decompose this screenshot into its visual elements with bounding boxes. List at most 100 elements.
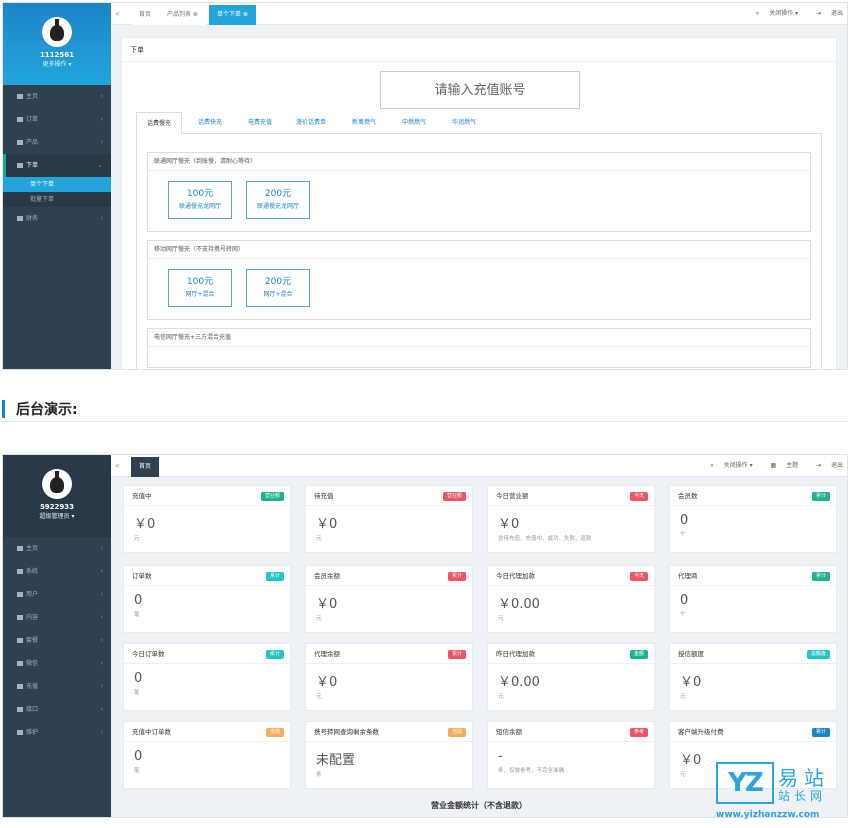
stat-value: ￥0: [680, 675, 702, 690]
stat-value: ￥0: [316, 675, 338, 690]
product-amount: 100元: [186, 277, 214, 287]
group-title: 移动网厅慢充（不支持携号转网）: [148, 241, 810, 259]
cart-icon: [17, 163, 23, 168]
exit-button[interactable]: ⇥ 退出: [808, 462, 843, 469]
sidebar-item-wechat[interactable]: 微信 ‹: [3, 652, 111, 675]
sidebar-item-packages[interactable]: 套餐 ‹: [3, 629, 111, 652]
stat-card: 携号转网查询剩余条数 当前 未配置条: [305, 721, 473, 789]
sidebar: 1112561 更多操作 ▾ 主页 ‹ 订单 ‹ 产品 ‹ 下单 ⌄ 单个下单 批量下单…: [3, 3, 111, 369]
sidebar-item-home[interactable]: 主页 ‹: [3, 537, 111, 560]
order-screenshot: 1112561 更多操作 ▾ 主页 ‹ 订单 ‹ 产品 ‹ 下单 ⌄ 单个下单 批量下单…: [2, 2, 848, 370]
stat-badge: 累计: [447, 572, 466, 581]
exit-button[interactable]: ⇥ 退出: [808, 10, 843, 17]
stat-badge: 今天: [629, 492, 648, 501]
product-card[interactable]: 200元 联通慢充龙网厅: [246, 181, 310, 219]
sidebar-item-maintenance[interactable]: 维护 ‹: [3, 721, 111, 744]
tab-home[interactable]: 首页: [131, 5, 160, 25]
group-title: 联通网厅慢充（到账慢，请耐心等待）: [148, 153, 810, 171]
product-card[interactable]: 100元 联通慢充龙网厅: [168, 181, 232, 219]
sidebar-item-home[interactable]: 主页 ‹: [3, 85, 111, 108]
stat-unit: 元: [498, 616, 504, 622]
sidebar-item-api[interactable]: 接口 ‹: [3, 698, 111, 721]
more-ops-dropdown[interactable]: 更多操作 ▾: [3, 60, 111, 69]
stat-value: ￥0: [316, 597, 338, 612]
stat-value: ￥0.00: [498, 597, 540, 612]
scroll-right-icon[interactable]: »: [756, 10, 760, 17]
tab-electricity[interactable]: 电费充值: [238, 112, 282, 134]
group-title: 电信网厅慢充+三方混合充值: [148, 329, 810, 347]
stat-badge: 累计: [811, 728, 830, 737]
tab-bar: « 首页 产品列表 ⊗ 单个下单 ⊗ » 关闭操作 ▾ ⇥ 退出: [111, 3, 847, 25]
topbar-right: » 关闭操作 ▾ ▦ 主题 ⇥ 退出: [702, 455, 843, 477]
chevron-left-icon: ‹: [100, 138, 103, 146]
stat-card: 代理余额 累计 ￥0 元: [305, 643, 473, 711]
product-desc: 网厅+混合: [263, 291, 293, 298]
chevron-left-icon: ‹: [100, 659, 103, 667]
stat-badge: 营业额: [442, 492, 466, 501]
chevron-left-icon: ‹: [100, 613, 103, 621]
stat-unit: 含待充值、充值中、成功、失败、退款: [498, 536, 592, 542]
tab-xinao-gas[interactable]: 新奥燃气: [342, 112, 386, 134]
scroll-left-icon[interactable]: «: [115, 455, 120, 477]
stat-value: 0: [134, 671, 143, 686]
sidebar-item-recharge[interactable]: 充值 ‹: [3, 675, 111, 698]
theme-button[interactable]: ▦ 主题: [763, 462, 799, 469]
stat-badge: 累计: [265, 572, 284, 581]
stat-unit: 元: [316, 536, 322, 542]
stat-unit: 元: [134, 536, 140, 542]
heading-accent: [2, 400, 5, 418]
watermark: YZ 易站 站长网 www.yizhanzzw.com: [716, 762, 846, 824]
chevron-left-icon: ‹: [100, 705, 103, 713]
tab-single-order[interactable]: 单个下单 ⊗: [209, 5, 256, 25]
sidebar-item-content[interactable]: 内容 ‹: [3, 606, 111, 629]
sidebar-item-users[interactable]: 用户 ‹: [3, 583, 111, 606]
sidebar-item-orders[interactable]: 订单 ‹: [3, 108, 111, 131]
stat-badge: 参考: [629, 728, 648, 737]
avatar[interactable]: [42, 469, 72, 499]
tab-huarun-gas[interactable]: 华润燃气: [442, 112, 486, 134]
scroll-left-icon[interactable]: «: [115, 3, 120, 25]
user-id: 5922933: [39, 503, 75, 511]
tab-slow-phone[interactable]: 话费慢充: [136, 112, 183, 134]
close-ops-dropdown[interactable]: 关闭操作 ▾: [724, 462, 753, 469]
sidebar-subitem-single-order[interactable]: 单个下单: [3, 177, 111, 192]
scroll-right-icon[interactable]: »: [710, 462, 714, 469]
exit-icon: ⇥: [816, 462, 822, 469]
product-amount: 200元: [264, 277, 292, 287]
stat-card: 短信余额 参考 - 条，仅做参考，不完全准确: [487, 721, 655, 789]
tab-home[interactable]: 首页: [131, 457, 160, 477]
close-ops-dropdown[interactable]: 关闭操作 ▾: [769, 10, 798, 17]
stat-card: 充值中 营业额 ￥0 元: [123, 485, 291, 553]
sidebar-item-place-order[interactable]: 下单 ⌄: [3, 154, 111, 177]
section-heading: 后台演示:: [2, 398, 848, 422]
account-input[interactable]: 请输入充值账号: [380, 71, 580, 109]
sidebar-menu: 主页 ‹ 订单 ‹ 产品 ‹ 下单 ⌄ 单个下单 批量下单 财务 ‹: [3, 85, 111, 230]
tab-product-list[interactable]: 产品列表 ⊗: [159, 5, 206, 25]
recharge-type-tabs: 话费慢充 话费快充 电费充值 漫价话费单 新奥燃气 中燃燃气 华润燃气: [136, 112, 822, 134]
role-dropdown[interactable]: 超级管理员 ▾: [3, 512, 111, 521]
chevron-left-icon: ‹: [100, 636, 103, 644]
sidebar-item-products[interactable]: 产品 ‹: [3, 131, 111, 154]
stat-value: ￥0: [134, 517, 156, 532]
grid-icon: ▦: [770, 462, 777, 469]
gear-icon: [17, 569, 23, 574]
tab-zhongran-gas[interactable]: 中燃燃气: [392, 112, 436, 134]
sidebar-subitem-batch-order[interactable]: 批量下单: [3, 192, 111, 207]
avatar[interactable]: [42, 17, 72, 47]
exit-icon: ⇥: [816, 10, 822, 17]
cube-icon: [17, 140, 23, 145]
tab-discount-phone[interactable]: 漫价话费单: [286, 112, 336, 134]
sidebar-item-finance[interactable]: 财务 ‹: [3, 207, 111, 230]
sidebar-item-system[interactable]: 系统 ‹: [3, 560, 111, 583]
product-desc: 联通慢充龙网厅: [178, 203, 221, 210]
users-icon: [17, 592, 23, 597]
product-card[interactable]: 200元 网厅+混合: [246, 269, 310, 307]
tab-fast-phone[interactable]: 话费快充: [188, 112, 232, 134]
stat-card: 充值中订单数 当前 0 笔: [123, 721, 291, 789]
product-card[interactable]: 100元 网厅+混合: [168, 269, 232, 307]
stat-badge: 金额: [629, 650, 648, 659]
file-icon: [17, 117, 23, 122]
order-panel: 下单 请输入充值账号 话费慢充 话费快充 电费充值 漫价话费单 新奥燃气 中燃燃…: [121, 37, 837, 369]
stat-card: 授信额度 总额度 ￥0 元: [669, 643, 837, 711]
stat-card: 昨日代理加款 金额 ￥0.00 元: [487, 643, 655, 711]
